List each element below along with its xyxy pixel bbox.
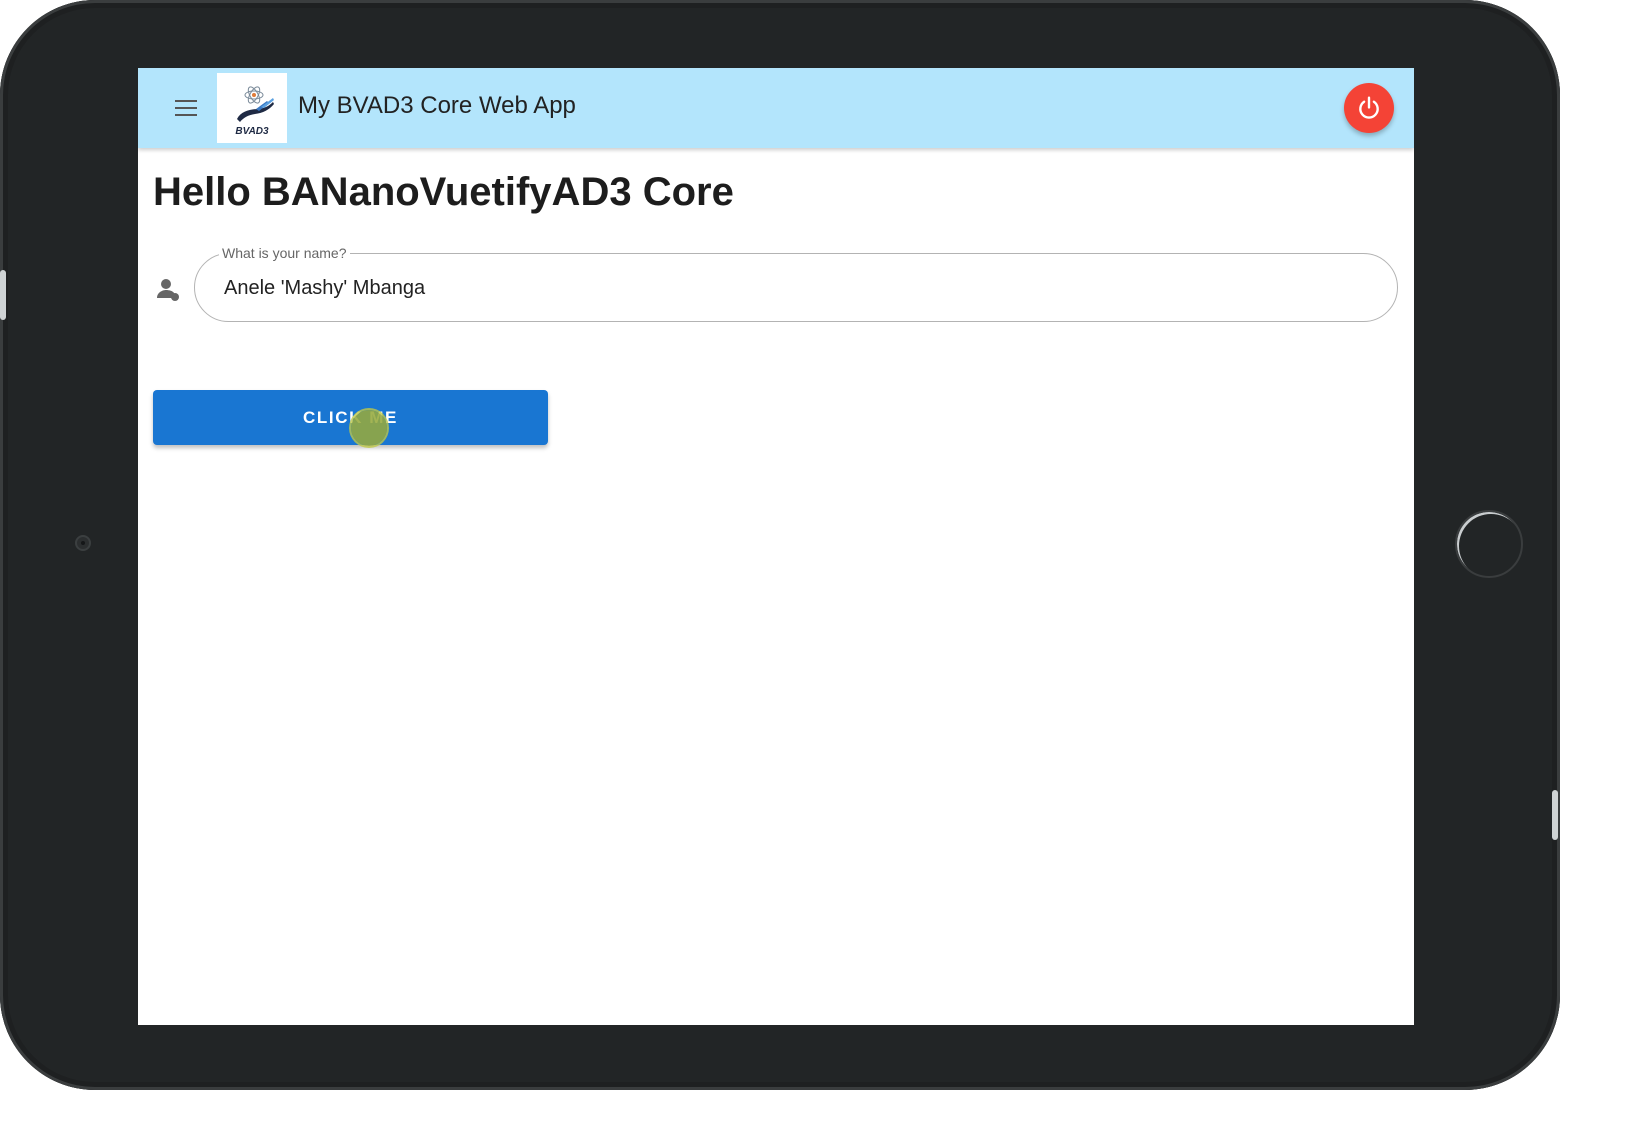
- app-screen: BVAD3 My BVAD3 Core Web App Hello BANano…: [138, 68, 1414, 1025]
- frame-side-button: [0, 270, 6, 320]
- app-bar: BVAD3 My BVAD3 Core Web App: [138, 68, 1414, 148]
- app-title: My BVAD3 Core Web App: [298, 92, 576, 119]
- power-icon: [1359, 96, 1379, 119]
- svg-text:BVAD3: BVAD3: [235, 126, 269, 137]
- name-field: What is your name?: [194, 245, 1398, 322]
- power-button[interactable]: [1344, 83, 1394, 133]
- click-me-button[interactable]: CLICK ME: [153, 390, 548, 445]
- app-logo: BVAD3: [217, 73, 287, 143]
- tablet-frame: BVAD3 My BVAD3 Core Web App Hello BANano…: [0, 0, 1560, 1090]
- account-icon: [155, 276, 183, 304]
- frame-side-button: [1552, 790, 1558, 840]
- page-title: Hello BANanoVuetifyAD3 Core: [153, 170, 734, 214]
- home-button: [1455, 510, 1523, 578]
- camera-icon: [75, 535, 91, 551]
- hamburger-menu-icon: [175, 100, 197, 116]
- name-field-label: What is your name?: [219, 245, 350, 261]
- name-input[interactable]: [224, 274, 1364, 302]
- menu-button[interactable]: [164, 86, 208, 130]
